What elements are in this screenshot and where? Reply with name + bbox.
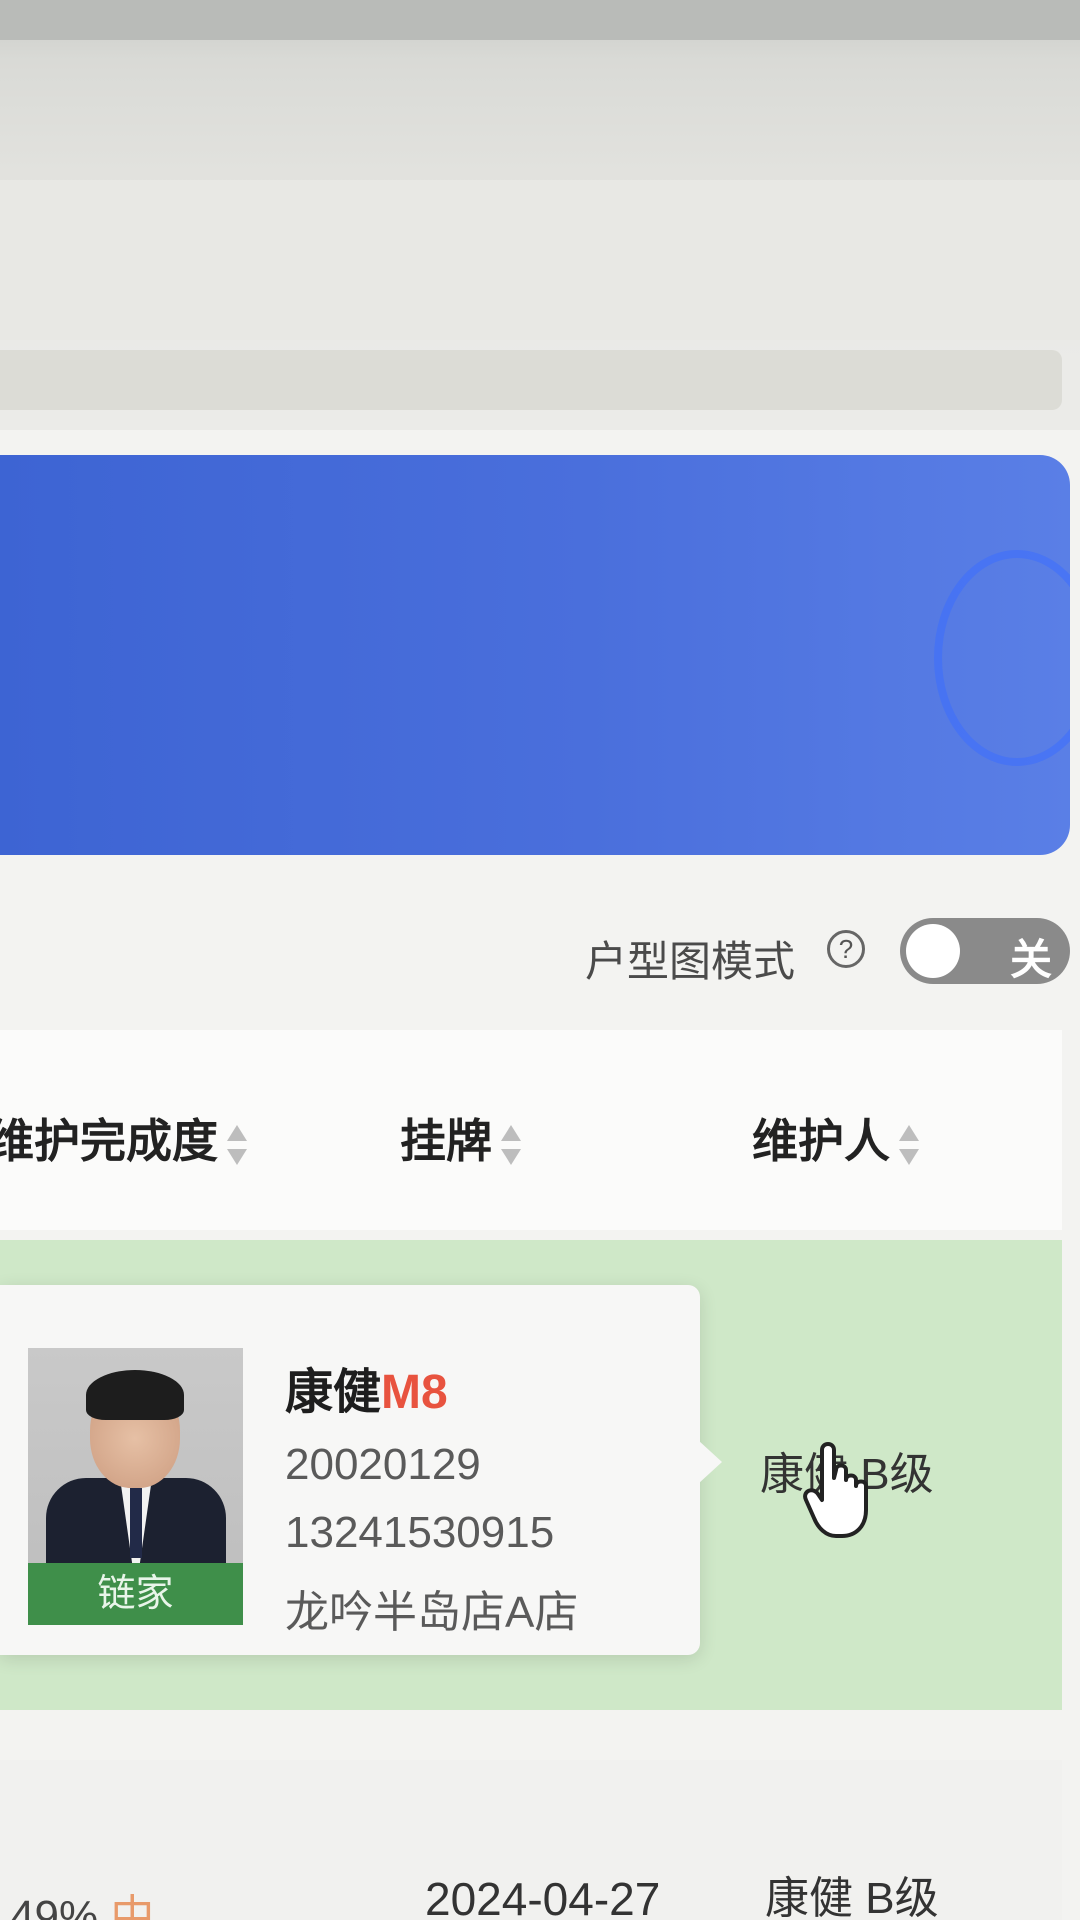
address-bar[interactable] bbox=[0, 350, 1062, 410]
popover-arrow bbox=[698, 1440, 722, 1484]
agent-phone: 13241530915 bbox=[285, 1508, 555, 1557]
table-header: 维护完成度 挂牌 维护人 bbox=[0, 1030, 1062, 1230]
floorplan-mode-row: 户型图模式 ? 关 bbox=[0, 910, 1080, 990]
column-header-maintainer[interactable]: 维护人 bbox=[752, 1105, 920, 1171]
sort-icon[interactable] bbox=[500, 1123, 522, 1167]
maintainer-cell[interactable]: 康健 B级 bbox=[765, 1862, 939, 1920]
completion-cell: 49% 中 bbox=[10, 1880, 154, 1920]
toggle-state-label: 关 bbox=[1009, 936, 1052, 983]
agent-level: M8 bbox=[381, 1366, 448, 1419]
hand-cursor-icon bbox=[803, 1442, 868, 1538]
agent-employee-id: 20020129 bbox=[285, 1440, 481, 1489]
floorplan-mode-label: 户型图模式 bbox=[584, 938, 795, 985]
page: 户型图模式 ? 关 维护完成度 挂牌 维护人 链家 康健M8 20020129 … bbox=[0, 0, 1080, 1920]
column-header-completion[interactable]: 维护完成度 bbox=[0, 1105, 248, 1171]
floorplan-mode-toggle[interactable]: 关 bbox=[900, 918, 1070, 984]
brand-badge: 链家 bbox=[28, 1563, 243, 1625]
banner-decoration bbox=[934, 550, 1070, 766]
column-header-listing[interactable]: 挂牌 bbox=[400, 1105, 522, 1171]
agent-name: 康健M8 bbox=[285, 1366, 448, 1419]
listing-date-cell: 2024-04-27 bbox=[425, 1873, 661, 1920]
sort-icon[interactable] bbox=[898, 1123, 920, 1167]
promo-banner[interactable] bbox=[0, 455, 1070, 855]
help-icon[interactable]: ? bbox=[827, 930, 865, 968]
agent-avatar: 链家 bbox=[28, 1348, 243, 1625]
avatar-hair bbox=[86, 1370, 184, 1420]
sort-icon[interactable] bbox=[226, 1123, 248, 1167]
completion-tag: 中 bbox=[110, 1892, 155, 1920]
agent-store: 龙吟半岛店A店 bbox=[285, 1588, 579, 1637]
browser-top-bar bbox=[0, 0, 1080, 40]
toggle-knob bbox=[906, 924, 960, 978]
browser-toolbar bbox=[0, 180, 1080, 340]
avatar-tie bbox=[130, 1488, 142, 1558]
